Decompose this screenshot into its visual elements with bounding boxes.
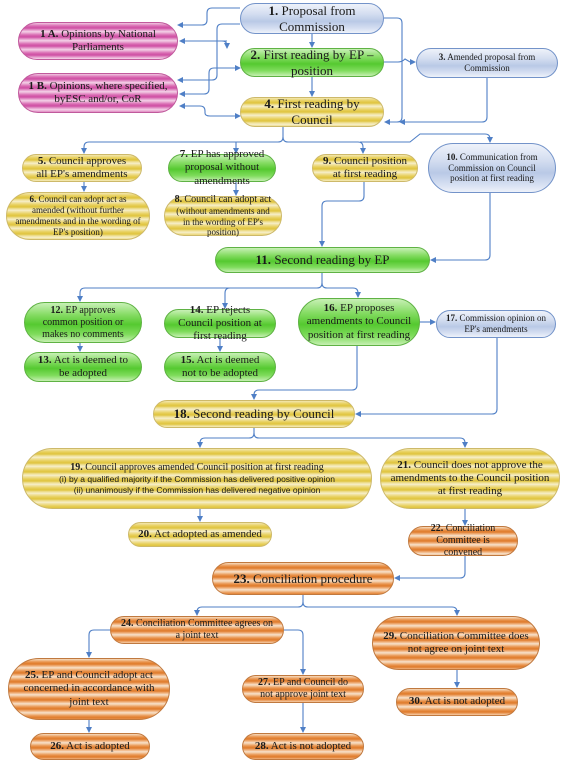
node-7-ep-approved-without-amendments[interactable]: 7. EP has approved proposal without amen…	[168, 148, 276, 187]
node-10-commission-communication[interactable]: 10. Communication from Commission on Cou…	[428, 143, 556, 193]
node-16-ep-proposes-amendments[interactable]: 16. EP proposes amendments to Council po…	[298, 298, 420, 346]
node-21-council-does-not-approve[interactable]: 21. Council does not approve the amendme…	[380, 448, 560, 509]
arrow-11-to-16	[321, 282, 361, 298]
arrow-23-to-29	[302, 601, 460, 616]
node-1a-opinions-national-parliaments[interactable]: 1 A. Opinions by National Parliaments	[18, 22, 178, 60]
arrow-1-to-1b	[177, 23, 240, 83]
node-8-council-can-adopt-act[interactable]: 8. Council can adopt act (without amendm…	[164, 194, 282, 237]
node-4-first-reading-council[interactable]: 4. First reading by Council	[240, 96, 384, 127]
node-30-act-is-not-adopted[interactable]: 30. Act is not adopted	[396, 688, 518, 716]
node-17-commission-opinion-amendments[interactable]: 17. Commission opinion on EP's amendment…	[436, 310, 556, 338]
arrow-22-to-23	[394, 556, 466, 581]
node-9-council-position-first-reading[interactable]: 9. Council position at first reading	[312, 154, 418, 182]
arrow-17-to-18	[355, 338, 498, 417]
node-1-proposal-from-commission[interactable]: 1. Proposal from Commission	[240, 3, 384, 34]
node-25-ep-council-adopt-act[interactable]: 25. EP and Council adopt act concerned i…	[8, 658, 170, 720]
node-27-ep-council-do-not-approve[interactable]: 27. EP and Council do not approve joint …	[242, 675, 364, 703]
node-23-conciliation-procedure[interactable]: 23. Conciliation procedure	[212, 562, 394, 595]
arrow-24-to-25	[86, 629, 110, 658]
node-19-council-approves-amended-position[interactable]: 19. Council approves amended Council pos…	[22, 448, 372, 509]
node-11-second-reading-ep[interactable]: 11. Second reading by EP	[215, 247, 430, 273]
arrow-2-to-3	[384, 58, 416, 65]
node-14-ep-rejects-council-position[interactable]: 14. EP rejects Council position at first…	[164, 304, 276, 342]
node-1b-opinions-esc-cor[interactable]: 1 B. Opinions, where specified, byESC an…	[18, 73, 178, 113]
node-5-council-approves-amendments[interactable]: 5. Council approves all EP's amendments	[22, 154, 142, 182]
arrow-18-to-21	[253, 432, 468, 448]
arrow-11-to-12	[77, 273, 323, 302]
arrow-1-to-1a	[177, 7, 240, 28]
arrow-3-to-4	[399, 78, 488, 125]
node-12-ep-approves-common-position[interactable]: 12. EP approves common position or makes…	[24, 302, 142, 343]
node-28-act-is-not-adopted[interactable]: 28. Act is not adopted	[242, 733, 364, 760]
arrow-18-to-19	[197, 428, 255, 448]
node-22-conciliation-committee-convened[interactable]: 22. Conciliation Committee is convened	[408, 523, 518, 558]
node-18-second-reading-council[interactable]: 18. Second reading by Council	[153, 400, 355, 428]
arrow-10-to-11	[430, 193, 491, 263]
node-3-amended-proposal[interactable]: 3. Amended proposal from Commission	[416, 48, 558, 78]
arrow-1-to-4	[384, 17, 403, 125]
arrow-1b-to-2	[185, 65, 241, 95]
node-13-act-deemed-adopted[interactable]: 13. Act is deemed to be adopted	[24, 352, 142, 382]
node-6-council-adopt-as-amended[interactable]: 6. Council can adopt act as amended (wit…	[6, 192, 150, 240]
arrow-1a-to-2	[185, 40, 230, 49]
node-24-committee-agrees-joint-text[interactable]: 24. Conciliation Committee agrees on a j…	[110, 616, 284, 644]
node-26-act-is-adopted[interactable]: 26. Act is adopted	[30, 733, 150, 760]
node-2-first-reading-ep[interactable]: 2. First reading by EP – position	[240, 47, 384, 78]
arrow-23-to-24	[194, 595, 304, 616]
arrow-24-to-27	[284, 629, 306, 675]
arrow-9-to-11	[319, 182, 365, 247]
node-20-act-adopted-as-amended[interactable]: 20. Act adopted as amended	[128, 522, 272, 547]
arrow-4-to-10	[360, 133, 493, 143]
arrow-1b-to-4	[185, 105, 241, 119]
node-29-committee-does-not-agree[interactable]: 29. Conciliation Committee does not agre…	[372, 616, 540, 670]
arrow-4-to-9	[282, 136, 366, 154]
node-15-act-deemed-not-adopted[interactable]: 15. Act is deemed not to be adopted	[164, 352, 276, 382]
